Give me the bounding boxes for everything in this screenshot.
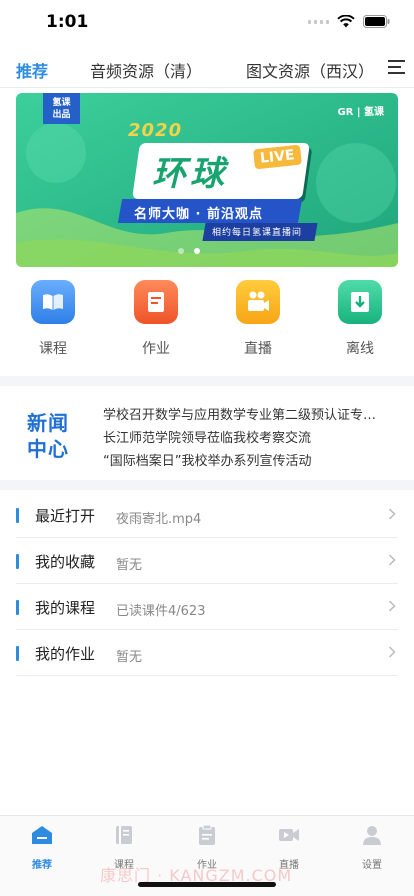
- list-item-favorites[interactable]: 我的收藏 暂无: [16, 538, 398, 584]
- person-icon: [363, 826, 381, 845]
- hamburger-menu-icon[interactable]: [388, 58, 405, 76]
- list-accent-bar: [16, 600, 19, 615]
- list-item-my-courses[interactable]: 我的课程 已读课件4/623: [16, 584, 398, 630]
- tab-text-resources[interactable]: 图文资源（西汉）: [246, 58, 374, 82]
- section-divider: [0, 376, 414, 386]
- homework-icon: [134, 280, 178, 324]
- personal-list: 最近打开 夜雨寄北.mp4 我的收藏 暂无 我的课程 已读课件4/623 我的作…: [16, 492, 398, 676]
- banner-year: 2020: [128, 120, 183, 141]
- banner-badge: 氢课 出品: [43, 93, 80, 124]
- status-bar: 1:01: [0, 0, 414, 46]
- list-item-value: 暂无: [116, 650, 143, 665]
- news-logo-line2: 中心: [27, 437, 69, 461]
- tabbar-settings[interactable]: 设置: [342, 824, 402, 871]
- banner-title: 环球: [152, 154, 228, 194]
- list-item-value: 夜雨寄北.mp4: [116, 512, 202, 527]
- list-item-my-homework[interactable]: 我的作业 暂无: [16, 630, 398, 676]
- pagination-dot-active[interactable]: [194, 248, 200, 254]
- course-icon: [116, 826, 132, 844]
- list-accent-bar: [16, 508, 19, 523]
- quick-action-offline[interactable]: 离线: [330, 280, 390, 358]
- status-icons: [308, 15, 390, 28]
- list-item-title: 我的收藏: [35, 553, 96, 571]
- pagination-dot[interactable]: [178, 248, 184, 254]
- list-item-title: 我的课程: [35, 599, 96, 617]
- video-icon: [279, 829, 299, 841]
- live-camera-icon: [236, 280, 280, 324]
- promo-banner[interactable]: 氢课 出品 GR | 氢课 2020 环球 LIVE 名师大咖 · 前沿观点 相约…: [16, 93, 398, 267]
- list-item-recent[interactable]: 最近打开 夜雨寄北.mp4: [16, 492, 398, 538]
- tab-audio-resources[interactable]: 音频资源（清）: [90, 58, 202, 82]
- list-accent-bar: [16, 554, 19, 569]
- quick-action-homework[interactable]: 作业: [126, 280, 186, 358]
- banner-pagination[interactable]: [178, 248, 200, 254]
- list-item-value: 暂无: [116, 558, 143, 573]
- quick-action-live[interactable]: 直播: [228, 280, 288, 358]
- quick-action-label: 作业: [142, 341, 170, 357]
- list-accent-bar: [16, 646, 19, 661]
- home-indicator[interactable]: [138, 882, 276, 887]
- tab-recommend[interactable]: 推荐: [16, 58, 48, 82]
- top-category-nav: 推荐 音频资源（清） 图文资源（西汉）: [0, 48, 414, 88]
- home-icon: [32, 826, 52, 844]
- tabbar-recommend[interactable]: 推荐: [12, 824, 72, 871]
- news-item[interactable]: “国际档案日”我校举办系列宣传活动: [103, 450, 393, 469]
- list-item-value: 已读课件4/623: [116, 604, 206, 619]
- chevron-right-icon: [388, 554, 396, 566]
- news-logo-line1: 新闻: [27, 411, 69, 435]
- quick-action-course[interactable]: 课程: [23, 280, 83, 358]
- news-center-logo: 新闻 中心: [22, 410, 74, 462]
- banner-subtitle2: 相约每日氢课直播间: [212, 228, 303, 238]
- list-item-title: 我的作业: [35, 645, 96, 663]
- download-icon: [338, 280, 382, 324]
- banner-logo: GR | 氢课: [337, 107, 384, 118]
- list-item-title: 最近打开: [35, 507, 96, 525]
- quick-actions: 课程 作业 直播 离线: [0, 280, 414, 370]
- news-center: 新闻 中心 学校召开数学与应用数学专业第二级预认证专… 长江师范学院领导莅临我校…: [0, 390, 414, 482]
- quick-action-label: 直播: [244, 341, 272, 357]
- quick-action-label: 课程: [39, 341, 67, 357]
- battery-icon: [363, 15, 390, 28]
- chevron-right-icon: [388, 646, 396, 658]
- banner-subtitle: 名师大咖 · 前沿观点: [134, 207, 263, 222]
- news-item[interactable]: 学校召开数学与应用数学专业第二级预认证专…: [103, 404, 393, 423]
- quick-action-label: 离线: [346, 341, 374, 357]
- tabbar-label: 设置: [362, 860, 382, 871]
- status-time: 1:01: [46, 12, 89, 32]
- news-item[interactable]: 长江师范学院领导莅临我校考察交流: [103, 427, 393, 446]
- wifi-icon: [337, 15, 355, 28]
- cellular-signal-icon: [308, 19, 329, 24]
- section-divider: [0, 480, 414, 490]
- book-icon: [31, 280, 75, 324]
- clipboard-icon: [199, 824, 215, 845]
- tabbar-label: 推荐: [32, 860, 52, 871]
- chevron-right-icon: [388, 508, 396, 520]
- chevron-right-icon: [388, 600, 396, 612]
